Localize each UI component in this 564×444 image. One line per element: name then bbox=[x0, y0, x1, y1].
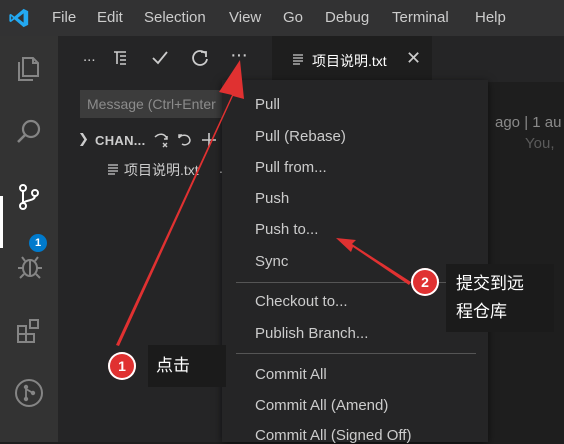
refresh-icon[interactable] bbox=[190, 48, 210, 68]
tab-label[interactable]: 项目说明.txt bbox=[312, 51, 387, 71]
scm-title-overflow: ... bbox=[83, 48, 96, 65]
menu-item-commit-all-signed-off[interactable]: Commit All (Signed Off) bbox=[255, 427, 411, 444]
clean-all-icon[interactable] bbox=[152, 131, 170, 149]
git-graph-icon[interactable] bbox=[13, 377, 45, 409]
step-2-text-line1: 提交到远 bbox=[456, 274, 524, 293]
menu-debug[interactable]: Debug bbox=[325, 9, 369, 26]
commit-check-icon[interactable] bbox=[150, 48, 170, 68]
commit-message-input[interactable] bbox=[80, 90, 242, 118]
menu-go[interactable]: Go bbox=[283, 9, 303, 26]
menu-item-pull[interactable]: Pull bbox=[255, 96, 280, 113]
vscode-logo-icon bbox=[9, 8, 29, 28]
changed-file-name[interactable]: 项目说明.txt bbox=[124, 160, 199, 180]
step-1-callout: 点击 bbox=[148, 345, 226, 387]
debug-icon[interactable] bbox=[13, 250, 45, 282]
menu-item-publish-branch[interactable]: Publish Branch... bbox=[255, 325, 368, 342]
step-2-badge: 2 bbox=[411, 268, 439, 296]
menu-selection[interactable]: Selection bbox=[144, 9, 206, 26]
menu-bar: File Edit Selection View Go Debug Termin… bbox=[0, 0, 564, 36]
menu-view[interactable]: View bbox=[229, 9, 261, 26]
stage-all-icon[interactable] bbox=[200, 131, 218, 149]
menu-separator bbox=[236, 282, 476, 283]
active-indicator bbox=[0, 196, 3, 248]
blame-author: You, bbox=[525, 135, 555, 152]
menu-edit[interactable]: Edit bbox=[97, 9, 123, 26]
changes-section-label[interactable]: CHAN... bbox=[95, 133, 146, 148]
menu-file[interactable]: File bbox=[52, 9, 76, 26]
menu-item-checkout-to[interactable]: Checkout to... bbox=[255, 293, 348, 310]
menu-item-push-to[interactable]: Push to... bbox=[255, 221, 318, 238]
menu-item-pull-from[interactable]: Pull from... bbox=[255, 159, 327, 176]
step-2-text-line2: 程仓库 bbox=[456, 302, 507, 321]
activity-bar: 1 bbox=[0, 36, 58, 442]
menu-item-pull-rebase[interactable]: Pull (Rebase) bbox=[255, 128, 346, 145]
extensions-icon[interactable] bbox=[13, 314, 45, 346]
search-icon[interactable] bbox=[13, 116, 45, 148]
view-as-tree-icon[interactable] bbox=[110, 48, 130, 68]
step-2-callout: 提交到远 程仓库 bbox=[446, 264, 554, 332]
menu-terminal[interactable]: Terminal bbox=[392, 9, 449, 26]
menu-item-push[interactable]: Push bbox=[255, 190, 289, 207]
menu-help[interactable]: Help bbox=[475, 9, 506, 26]
text-file-icon bbox=[108, 164, 118, 175]
discard-all-icon[interactable] bbox=[176, 131, 194, 149]
chevron-down-icon[interactable]: ❯ bbox=[78, 131, 89, 147]
text-file-icon bbox=[293, 54, 303, 65]
files-icon[interactable] bbox=[13, 52, 45, 84]
close-icon[interactable]: ✕ bbox=[406, 48, 421, 69]
more-actions-button[interactable]: ··· bbox=[230, 44, 248, 67]
menu-separator bbox=[236, 353, 476, 354]
menu-item-commit-all-amend[interactable]: Commit All (Amend) bbox=[255, 397, 388, 414]
menu-item-sync[interactable]: Sync bbox=[255, 253, 288, 270]
menu-item-commit-all[interactable]: Commit All bbox=[255, 366, 327, 383]
blame-annotation: ago | 1 au bbox=[495, 114, 562, 131]
source-control-icon[interactable] bbox=[13, 181, 45, 213]
step-1-badge: 1 bbox=[108, 352, 136, 380]
